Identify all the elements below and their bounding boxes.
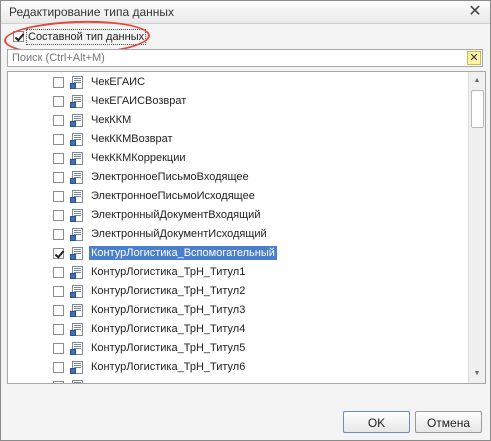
list-item[interactable]: КонтурЛогистика_ТрН_Титул5 xyxy=(8,339,468,358)
item-label[interactable]: КонтурЛогистика_ТрН_Титул6 xyxy=(89,360,247,374)
search-input[interactable] xyxy=(8,50,462,66)
item-checkbox[interactable] xyxy=(53,96,64,107)
item-label[interactable]: КонтурЛогистика_ТрН_Титул3 xyxy=(89,303,247,317)
list-item[interactable]: КонтурЛогистика_Вспомогательный xyxy=(8,244,468,263)
list-item[interactable]: КонтурЛогистика_ТрН_Титул3 xyxy=(8,301,468,320)
document-type-icon xyxy=(70,114,84,127)
item-checkbox[interactable] xyxy=(53,381,64,383)
item-checkbox[interactable] xyxy=(53,324,64,335)
item-checkbox[interactable] xyxy=(53,305,64,316)
item-label[interactable]: ЭлектронноеПисьмоИсходящее xyxy=(89,189,257,203)
item-label[interactable]: КонтурЛогистика_Вспомогательный xyxy=(89,246,277,260)
type-list: ЧекЕГАИС ЧекЕГАИСВозврат ЧекККМ ЧекККМВозвр… xyxy=(7,71,486,384)
list-item[interactable]: КонтурЛогистика_ТрН_Титул2 xyxy=(8,282,468,301)
search-box: ✕ xyxy=(7,49,483,67)
type-list-body: ЧекЕГАИС ЧекЕГАИСВозврат ЧекККМ ЧекККМВозвр… xyxy=(8,72,468,383)
list-item[interactable]: КонтурЛогистика_ТрН_Титул1 xyxy=(8,263,468,282)
list-item[interactable]: КонтурЛогистика_ТрН_Титул4 xyxy=(8,320,468,339)
item-checkbox[interactable] xyxy=(53,172,64,183)
document-type-icon xyxy=(70,95,84,108)
item-label[interactable]: КонтурЛогистика_ТрН_Титул1 xyxy=(89,265,247,279)
clear-search-icon[interactable]: ✕ xyxy=(467,51,481,65)
item-checkbox[interactable] xyxy=(53,248,64,259)
cancel-button[interactable]: Отмена xyxy=(415,411,482,433)
scroll-down-icon[interactable]: ▼ xyxy=(470,367,484,381)
list-item[interactable]: ЭлектронныйДокументВходящий xyxy=(8,206,468,225)
vertical-scrollbar[interactable]: ▲ ▼ xyxy=(468,72,485,383)
item-checkbox[interactable] xyxy=(53,229,64,240)
scroll-up-icon[interactable]: ▲ xyxy=(470,74,484,88)
title-bar: Редактирование типа данных ✕ xyxy=(1,1,490,24)
item-label[interactable]: ЭлектронныйДокументИсходящий xyxy=(89,227,269,241)
list-item[interactable]: ЧекЕГАИС xyxy=(8,73,468,92)
list-item[interactable]: ЭлектронныйДокументИсходящий xyxy=(8,225,468,244)
document-type-icon xyxy=(70,266,84,279)
document-type-icon xyxy=(70,342,84,355)
list-item[interactable]: ЭлектронноеПисьмоВходящее xyxy=(8,168,468,187)
item-label[interactable]: ЭлектронноеПисьмоВходящее xyxy=(89,170,251,184)
item-label[interactable]: ЭлектронныйДокументВходящий xyxy=(89,208,262,222)
list-item[interactable]: ЧекККМВозврат xyxy=(8,130,468,149)
item-checkbox[interactable] xyxy=(53,343,64,354)
document-type-icon xyxy=(70,361,84,374)
item-checkbox[interactable] xyxy=(53,134,64,145)
item-label[interactable]: ЧекККМ xyxy=(89,113,133,127)
item-checkbox[interactable] xyxy=(53,286,64,297)
document-type-icon xyxy=(70,152,84,165)
item-checkbox[interactable] xyxy=(53,153,64,164)
document-type-icon xyxy=(70,190,84,203)
document-type-icon xyxy=(70,171,84,184)
item-label[interactable]: ЧекЕГАИСВозврат xyxy=(89,94,188,108)
document-type-icon xyxy=(70,209,84,222)
document-type-icon xyxy=(70,76,84,89)
document-type-icon xyxy=(70,133,84,146)
item-label[interactable]: КонтурЛогистика_ТрН_Титул4 xyxy=(89,322,247,336)
item-checkbox[interactable] xyxy=(53,191,64,202)
list-item[interactable] xyxy=(8,377,468,383)
document-type-icon xyxy=(70,247,84,260)
document-type-icon xyxy=(70,228,84,241)
item-checkbox[interactable] xyxy=(53,362,64,373)
item-checkbox[interactable] xyxy=(53,267,64,278)
list-item[interactable]: КонтурЛогистика_ТрН_Титул6 xyxy=(8,358,468,377)
dialog-title: Редактирование типа данных xyxy=(9,5,175,19)
composite-type-label[interactable]: Составной тип данных xyxy=(26,29,147,45)
item-label[interactable]: ЧекЕГАИС xyxy=(89,75,147,89)
document-type-icon xyxy=(70,285,84,298)
item-checkbox[interactable] xyxy=(53,210,64,221)
item-label[interactable] xyxy=(89,379,93,381)
item-checkbox[interactable] xyxy=(53,115,64,126)
ok-button[interactable]: OK xyxy=(343,411,410,433)
document-type-icon xyxy=(70,304,84,317)
item-label[interactable]: КонтурЛогистика_ТрН_Титул5 xyxy=(89,341,247,355)
list-item[interactable]: ЧекККМ xyxy=(8,111,468,130)
composite-type-checkbox[interactable] xyxy=(13,31,24,42)
item-label[interactable]: КонтурЛогистика_ТрН_Титул2 xyxy=(89,284,247,298)
item-checkbox[interactable] xyxy=(53,77,64,88)
list-item[interactable]: ЭлектронноеПисьмоИсходящее xyxy=(8,187,468,206)
close-icon[interactable]: ✕ xyxy=(466,3,484,21)
list-item[interactable]: ЧекЕГАИСВозврат xyxy=(8,92,468,111)
document-type-icon xyxy=(70,323,84,336)
document-type-icon xyxy=(70,380,84,383)
item-label[interactable]: ЧекККМВозврат xyxy=(89,132,175,146)
dialog-window: Редактирование типа данных ✕ Составной т… xyxy=(0,0,491,441)
scrollbar-thumb[interactable] xyxy=(471,90,484,128)
list-item[interactable]: ЧекККМКоррекции xyxy=(8,149,468,168)
item-label[interactable]: ЧекККМКоррекции xyxy=(89,151,188,165)
